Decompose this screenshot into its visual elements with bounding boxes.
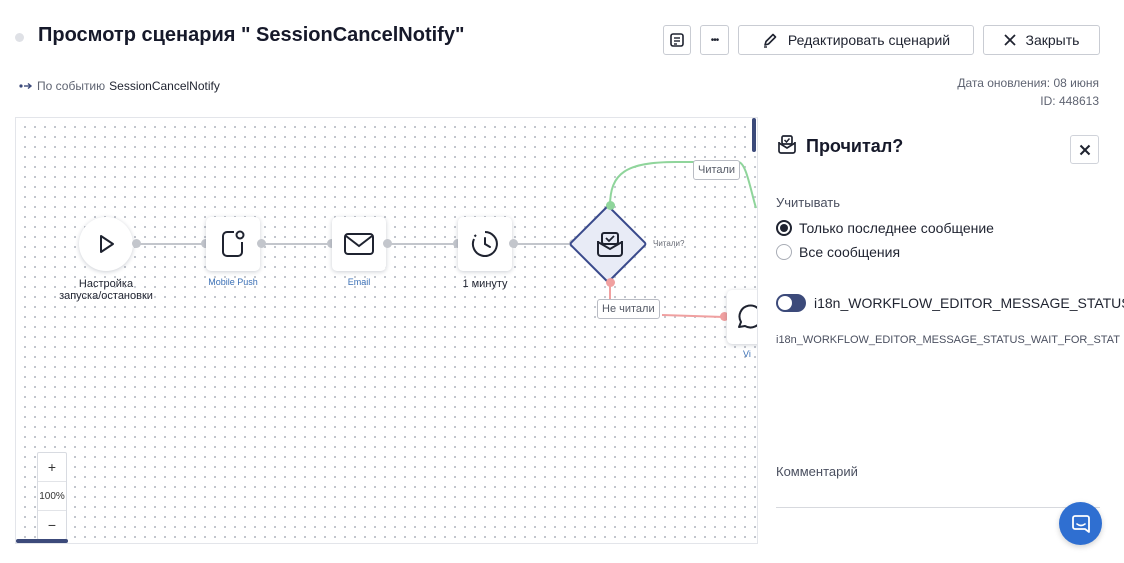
trigger-value: SessionCancelNotify — [109, 79, 220, 93]
email-output-port[interactable] — [383, 239, 392, 248]
more-icon: ••• — [710, 34, 719, 46]
close-icon — [1003, 34, 1016, 46]
no-branch-tag: Не читали — [597, 299, 660, 319]
mobile-push-caption: Mobile Push — [208, 277, 258, 287]
email-caption: Email — [347, 277, 371, 287]
message-status-toggle-label: i18n_WORKFLOW_EDITOR_MESSAGE_STATUS — [814, 295, 1124, 311]
updated-value: 08 июня — [1053, 76, 1099, 90]
timer-icon — [470, 229, 500, 259]
panel-title: Прочитал? — [806, 136, 904, 156]
radio-all-messages[interactable] — [776, 244, 792, 260]
whatsapp-icon — [734, 302, 757, 332]
id-value: 448613 — [1058, 94, 1099, 108]
trigger-label: По событию — [37, 79, 106, 93]
email-node[interactable] — [332, 217, 386, 271]
read-check-icon — [776, 134, 798, 156]
status-dot — [15, 33, 24, 42]
close-icon — [1079, 144, 1091, 156]
close-button[interactable]: Закрыть — [983, 25, 1100, 55]
consider-label: Учитывать — [776, 195, 841, 210]
radio-last-message[interactable] — [776, 220, 792, 236]
email-icon — [343, 232, 375, 256]
trigger-arrow-icon — [19, 81, 33, 91]
read-check-icon — [594, 228, 626, 260]
message-status-toggle-row[interactable]: i18n_WORKFLOW_EDITOR_MESSAGE_STATUS — [776, 294, 1124, 312]
whatsapp-node[interactable] — [727, 290, 757, 344]
scenario-meta: Дата оновления: 08 июня ID: 448613 — [957, 74, 1099, 110]
start-output-port[interactable] — [132, 239, 141, 248]
vertical-scrollbar[interactable] — [752, 118, 756, 152]
message-status-toggle[interactable] — [776, 294, 806, 312]
workflow-canvas[interactable]: Настройка запуска/остановки Mobile Push … — [15, 117, 758, 544]
delay-output-port[interactable] — [509, 239, 518, 248]
trigger-info: По событию SessionCancelNotify — [19, 79, 220, 93]
more-button[interactable]: ••• — [700, 25, 729, 55]
edit-scenario-label: Редактировать сценарий — [787, 32, 951, 48]
delay-caption: 1 минуту — [462, 278, 508, 290]
zoom-control: + 100% − — [37, 452, 67, 540]
option-all-messages-label: Все сообщения — [799, 244, 901, 260]
mobile-push-icon — [220, 229, 246, 259]
zoom-level: 100% — [38, 481, 66, 511]
updated-label: Дата оновления: — [957, 76, 1051, 90]
id-label: ID: — [1040, 94, 1056, 108]
notes-button[interactable] — [663, 25, 691, 55]
option-all-messages[interactable]: Все сообщения — [776, 244, 900, 260]
whatsapp-caption: Vi — [743, 349, 751, 359]
option-last-message[interactable]: Только последнее сообщение — [776, 220, 994, 236]
start-node-caption: Настройка запуска/остановки — [59, 278, 153, 302]
condition-no-port[interactable] — [606, 278, 615, 287]
pencil-icon — [762, 32, 778, 48]
condition-caption: Читали? — [653, 239, 685, 248]
message-status-description: i18n_WORKFLOW_EDITOR_MESSAGE_STATUS_WAIT… — [776, 334, 1120, 346]
yes-branch-tag: Читали — [693, 160, 741, 180]
option-last-message-label: Только последнее сообщение — [799, 220, 994, 236]
start-node[interactable] — [79, 217, 133, 271]
mobile-push-node[interactable] — [206, 217, 260, 271]
condition-yes-port[interactable] — [606, 201, 615, 210]
close-label: Закрыть — [1025, 32, 1080, 48]
horizontal-scrollbar[interactable] — [16, 539, 68, 543]
panel-close-button[interactable] — [1070, 135, 1099, 164]
chat-icon — [1071, 514, 1091, 534]
chat-support-button[interactable] — [1059, 502, 1102, 545]
delay-node[interactable] — [458, 217, 512, 271]
comment-field[interactable] — [776, 507, 1100, 508]
zoom-out-button[interactable]: − — [38, 511, 66, 539]
page-title: Просмотр сценария " SessionCancelNotify" — [38, 24, 465, 46]
connection-lines — [136, 161, 757, 318]
zoom-in-button[interactable]: + — [38, 453, 66, 481]
push-output-port[interactable] — [257, 239, 266, 248]
notes-icon — [669, 32, 685, 48]
edit-scenario-button[interactable]: Редактировать сценарий — [738, 25, 974, 55]
play-icon — [94, 232, 118, 256]
comment-label: Комментарий — [776, 464, 858, 479]
